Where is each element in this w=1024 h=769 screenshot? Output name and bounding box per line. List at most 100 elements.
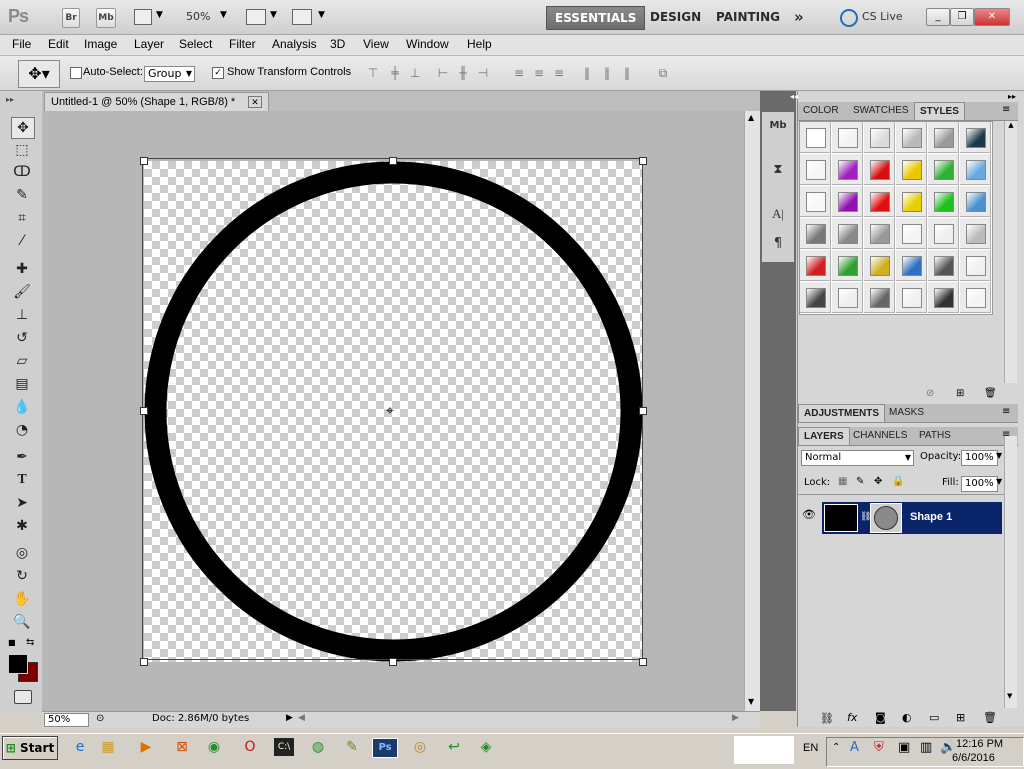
tab-adjustments[interactable]: ADJUSTMENTS — [798, 404, 886, 422]
brush-tool-icon[interactable]: 🖌 — [11, 282, 33, 302]
clock-time[interactable]: 12:16 PM — [956, 738, 1003, 750]
style-swatch[interactable] — [928, 218, 959, 249]
restore-button[interactable]: ❐ — [950, 8, 974, 26]
tab-layers[interactable]: LAYERS — [798, 427, 850, 445]
minimize-button[interactable]: _ — [926, 8, 950, 26]
workspace-painting[interactable]: PAINTING — [708, 6, 788, 28]
delete-layer-icon[interactable]: 🗑 — [983, 711, 997, 724]
app-icon-paint[interactable]: ◎ — [410, 738, 430, 756]
panel-collapse-left-icon[interactable]: ◂◂ — [790, 92, 798, 101]
workspace-essentials[interactable]: ESSENTIALS — [546, 6, 646, 30]
tab-paths[interactable]: PATHS — [914, 427, 956, 444]
transform-handle-bc[interactable] — [389, 658, 397, 666]
mini-bridge-panel-icon[interactable]: Mb — [766, 120, 790, 140]
panel-collapse-right-icon[interactable]: ▸▸ — [1008, 92, 1016, 101]
style-swatch[interactable] — [800, 122, 831, 153]
style-swatch[interactable] — [864, 186, 895, 217]
arrange-documents-icon[interactable] — [246, 9, 266, 25]
menu-help[interactable]: Help — [467, 37, 492, 51]
chevron-down-icon[interactable]: ▼ — [220, 10, 227, 20]
style-swatch[interactable] — [800, 186, 831, 217]
transform-handle-tl[interactable] — [140, 157, 148, 165]
command-prompt-icon[interactable]: C:\ — [274, 738, 294, 756]
style-swatch[interactable] — [928, 186, 959, 217]
path-selection-tool-icon[interactable]: ➤ — [11, 493, 33, 513]
mini-bridge-button[interactable]: Mb — [96, 8, 116, 28]
scroll-up-icon[interactable]: ▲ — [748, 113, 754, 122]
scroll-left-icon[interactable]: ◀ — [298, 713, 305, 723]
bridge-button[interactable]: Br — [62, 8, 80, 28]
transform-handle-br[interactable] — [639, 658, 647, 666]
eraser-tool-icon[interactable]: ▱ — [11, 351, 33, 371]
chevron-down-icon[interactable]: ▼ — [270, 10, 277, 20]
chevron-down-icon[interactable]: ▼ — [318, 10, 325, 20]
style-swatch[interactable] — [928, 122, 959, 153]
distribute-left-icon[interactable]: ‖ — [580, 66, 594, 80]
align-hcenter-icon[interactable]: ╫ — [456, 66, 470, 80]
tray-icon-network[interactable]: ▥ — [920, 740, 932, 755]
menu-analysis[interactable]: Analysis — [272, 37, 317, 51]
auto-select-checkbox[interactable] — [70, 67, 82, 79]
clock-date[interactable]: 6/6/2016 — [952, 752, 995, 764]
crop-tool-icon[interactable]: ⌗ — [11, 208, 33, 228]
add-mask-icon[interactable]: ◙ — [875, 711, 886, 724]
style-swatch[interactable] — [928, 250, 959, 281]
distribute-bottom-icon[interactable]: ≡ — [552, 66, 566, 80]
menu-image[interactable]: Image — [84, 37, 117, 51]
style-swatch[interactable] — [800, 154, 831, 185]
style-swatch[interactable] — [960, 154, 991, 185]
style-swatch[interactable] — [896, 186, 927, 217]
scroll-up-icon[interactable]: ▲ — [1005, 121, 1017, 129]
distribute-hcenter-icon[interactable]: ‖ — [600, 66, 614, 80]
history-panel-icon[interactable]: ⧗ — [766, 162, 790, 182]
app-icon-orange[interactable]: ⊠ — [172, 738, 192, 756]
dodge-tool-icon[interactable]: ◔ — [11, 420, 33, 440]
align-bottom-icon[interactable]: ⊥ — [408, 66, 422, 80]
notepad-icon[interactable]: ✎ — [342, 738, 362, 756]
style-swatch[interactable] — [896, 218, 927, 249]
transform-center-icon[interactable]: ⌖ — [386, 404, 394, 418]
new-style-icon[interactable]: ⊞ — [956, 388, 964, 399]
menu-edit[interactable]: Edit — [48, 37, 69, 51]
tab-styles[interactable]: STYLES — [914, 102, 965, 120]
style-swatch[interactable] — [960, 186, 991, 217]
transform-handle-tc[interactable] — [389, 157, 397, 165]
style-swatch[interactable] — [896, 154, 927, 185]
paragraph-panel-icon[interactable]: ¶ — [766, 236, 790, 256]
extras-icon[interactable] — [134, 9, 152, 25]
distribute-right-icon[interactable]: ‖ — [620, 66, 634, 80]
foreground-color-swatch[interactable] — [8, 654, 28, 674]
lock-position-icon[interactable]: ✥ — [874, 476, 882, 487]
tab-channels[interactable]: CHANNELS — [848, 427, 912, 444]
styles-scrollbar[interactable]: ▲ — [1004, 121, 1017, 383]
tab-swatches[interactable]: SWATCHES — [848, 102, 914, 119]
transform-handle-mr[interactable] — [639, 407, 647, 415]
menu-file[interactable]: File — [12, 37, 31, 51]
layer-name[interactable]: Shape 1 — [910, 511, 952, 523]
transform-handle-ml[interactable] — [140, 407, 148, 415]
distribute-vcenter-icon[interactable]: ≡ — [532, 66, 546, 80]
default-colors-icon[interactable]: ■ — [8, 638, 16, 647]
transform-handle-bl[interactable] — [140, 658, 148, 666]
marquee-tool-icon[interactable]: ⬚ — [11, 140, 33, 160]
more-workspaces-button[interactable]: » — [786, 6, 812, 28]
vector-mask-thumbnail[interactable] — [870, 503, 902, 533]
clear-style-icon[interactable]: ⊘ — [926, 388, 934, 399]
media-player-icon[interactable]: ▶ — [136, 738, 156, 756]
3d-rotate-tool-icon[interactable]: ◎ — [11, 543, 33, 563]
tray-icon-shield[interactable]: ⛨ — [874, 740, 884, 755]
move-tool-preset-icon[interactable]: ✥▾ — [18, 60, 60, 88]
chevron-down-icon[interactable]: ▼ — [996, 451, 1002, 460]
new-layer-icon[interactable]: ⊞ — [956, 711, 965, 724]
align-vcenter-icon[interactable]: ╪ — [388, 66, 402, 80]
menu-layer[interactable]: Layer — [134, 37, 164, 51]
style-swatch[interactable] — [832, 154, 863, 185]
lock-pixels-icon[interactable]: ✎ — [856, 476, 864, 487]
layer-row-shape-1[interactable]: ⛓ Shape 1 — [822, 502, 1002, 534]
style-swatch[interactable] — [928, 282, 959, 313]
panel-menu-icon[interactable]: ≡ — [1002, 406, 1010, 417]
style-swatch[interactable] — [800, 218, 831, 249]
pen-tool-icon[interactable]: ✒ — [11, 447, 33, 467]
fill-field[interactable]: 100% — [961, 476, 998, 492]
status-options-icon[interactable]: ⊙ — [96, 713, 104, 724]
